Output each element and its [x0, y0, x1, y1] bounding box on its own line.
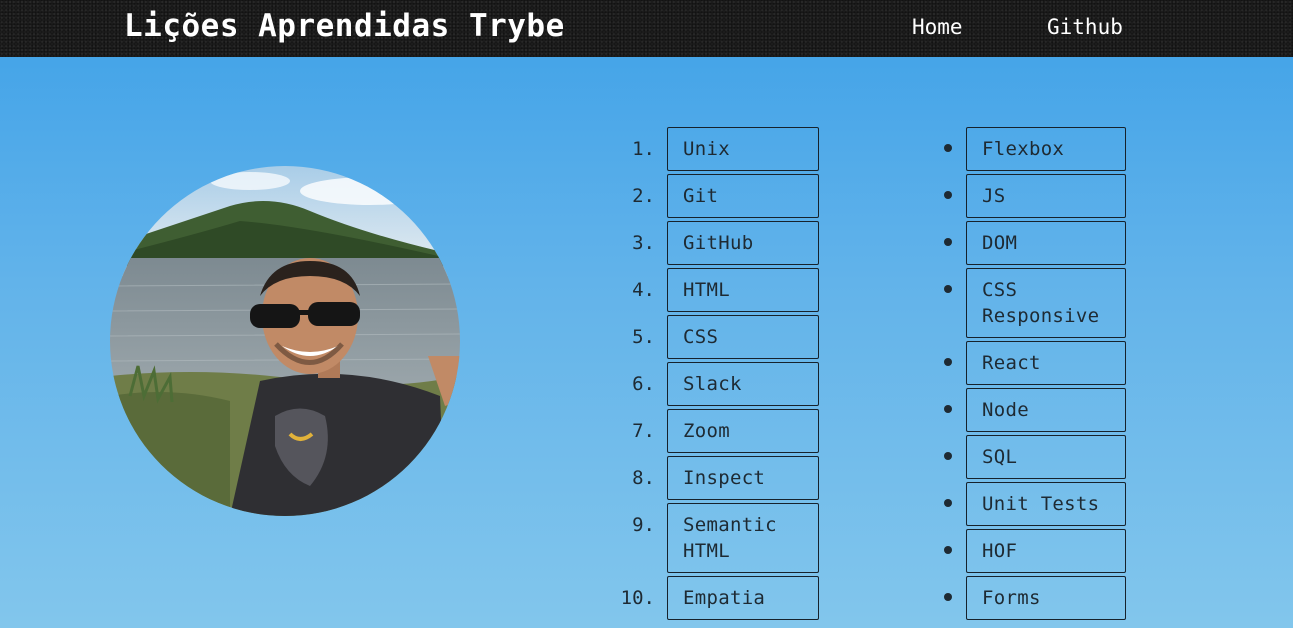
list-item: 9. Semantic HTML [600, 503, 819, 573]
bullet-icon [944, 191, 952, 199]
lesson-box: CSS [667, 315, 819, 359]
bullet-icon [944, 452, 952, 460]
list-item: 10. Empatia [600, 576, 819, 620]
list-number: 6. [632, 373, 655, 395]
topic-box: JS [966, 174, 1126, 218]
list-item: DOM [930, 221, 1126, 265]
list-item: CSS Responsive [930, 268, 1126, 338]
list-number: 10. [620, 587, 655, 609]
nav-github-link[interactable]: Github [1047, 15, 1123, 39]
list-number: 3. [632, 232, 655, 254]
lesson-box: Zoom [667, 409, 819, 453]
list-number: 1. [632, 138, 655, 160]
list-item: 5. CSS [600, 315, 819, 359]
list-number: 2. [632, 185, 655, 207]
bullet-icon [944, 405, 952, 413]
lesson-box: Empatia [667, 576, 819, 620]
lesson-box: Unix [667, 127, 819, 171]
bullet-icon [944, 285, 952, 293]
lessons-ordered-list: 1. Unix 2. Git 3. GitHub 4. HTML 5. CSS … [600, 127, 819, 623]
list-item: 2. Git [600, 174, 819, 218]
bullet-icon [944, 358, 952, 366]
list-item: Forms [930, 576, 1126, 620]
list-item: JS [930, 174, 1126, 218]
lesson-box: HTML [667, 268, 819, 312]
list-number: 8. [632, 467, 655, 489]
list-item: Flexbox [930, 127, 1126, 171]
topic-box: CSS Responsive [966, 268, 1126, 338]
topic-box: DOM [966, 221, 1126, 265]
lesson-box: Slack [667, 362, 819, 406]
list-item: Node [930, 388, 1126, 432]
list-item: SQL [930, 435, 1126, 479]
top-header: Lições Aprendidas Trybe Home Github [0, 0, 1293, 57]
topic-box: SQL [966, 435, 1126, 479]
bullet-icon [944, 593, 952, 601]
bullet-icon [944, 546, 952, 554]
list-item: Unit Tests [930, 482, 1126, 526]
lesson-box: Inspect [667, 456, 819, 500]
topic-box: Unit Tests [966, 482, 1126, 526]
topics-unordered-list: Flexbox JS DOM CSS Responsive React Node… [930, 127, 1126, 623]
topic-box: Node [966, 388, 1126, 432]
nav-home-link[interactable]: Home [912, 15, 963, 39]
list-number: 7. [632, 420, 655, 442]
list-number: 5. [632, 326, 655, 348]
bullet-icon [944, 144, 952, 152]
list-item: 6. Slack [600, 362, 819, 406]
bullet-icon [944, 238, 952, 246]
topic-box: React [966, 341, 1126, 385]
lesson-box: Git [667, 174, 819, 218]
list-item: 8. Inspect [600, 456, 819, 500]
list-item: HOF [930, 529, 1126, 573]
lesson-box: GitHub [667, 221, 819, 265]
profile-photo [110, 166, 460, 516]
topic-box: HOF [966, 529, 1126, 573]
bullet-icon [944, 499, 952, 507]
lesson-box: Semantic HTML [667, 503, 819, 573]
list-number: 9. [632, 514, 655, 536]
topic-box: Forms [966, 576, 1126, 620]
topic-box: Flexbox [966, 127, 1126, 171]
list-item: 1. Unix [600, 127, 819, 171]
list-item: 7. Zoom [600, 409, 819, 453]
list-item: 3. GitHub [600, 221, 819, 265]
site-title: Lições Aprendidas Trybe [124, 8, 565, 44]
list-item: React [930, 341, 1126, 385]
list-number: 4. [632, 279, 655, 301]
list-item: 4. HTML [600, 268, 819, 312]
